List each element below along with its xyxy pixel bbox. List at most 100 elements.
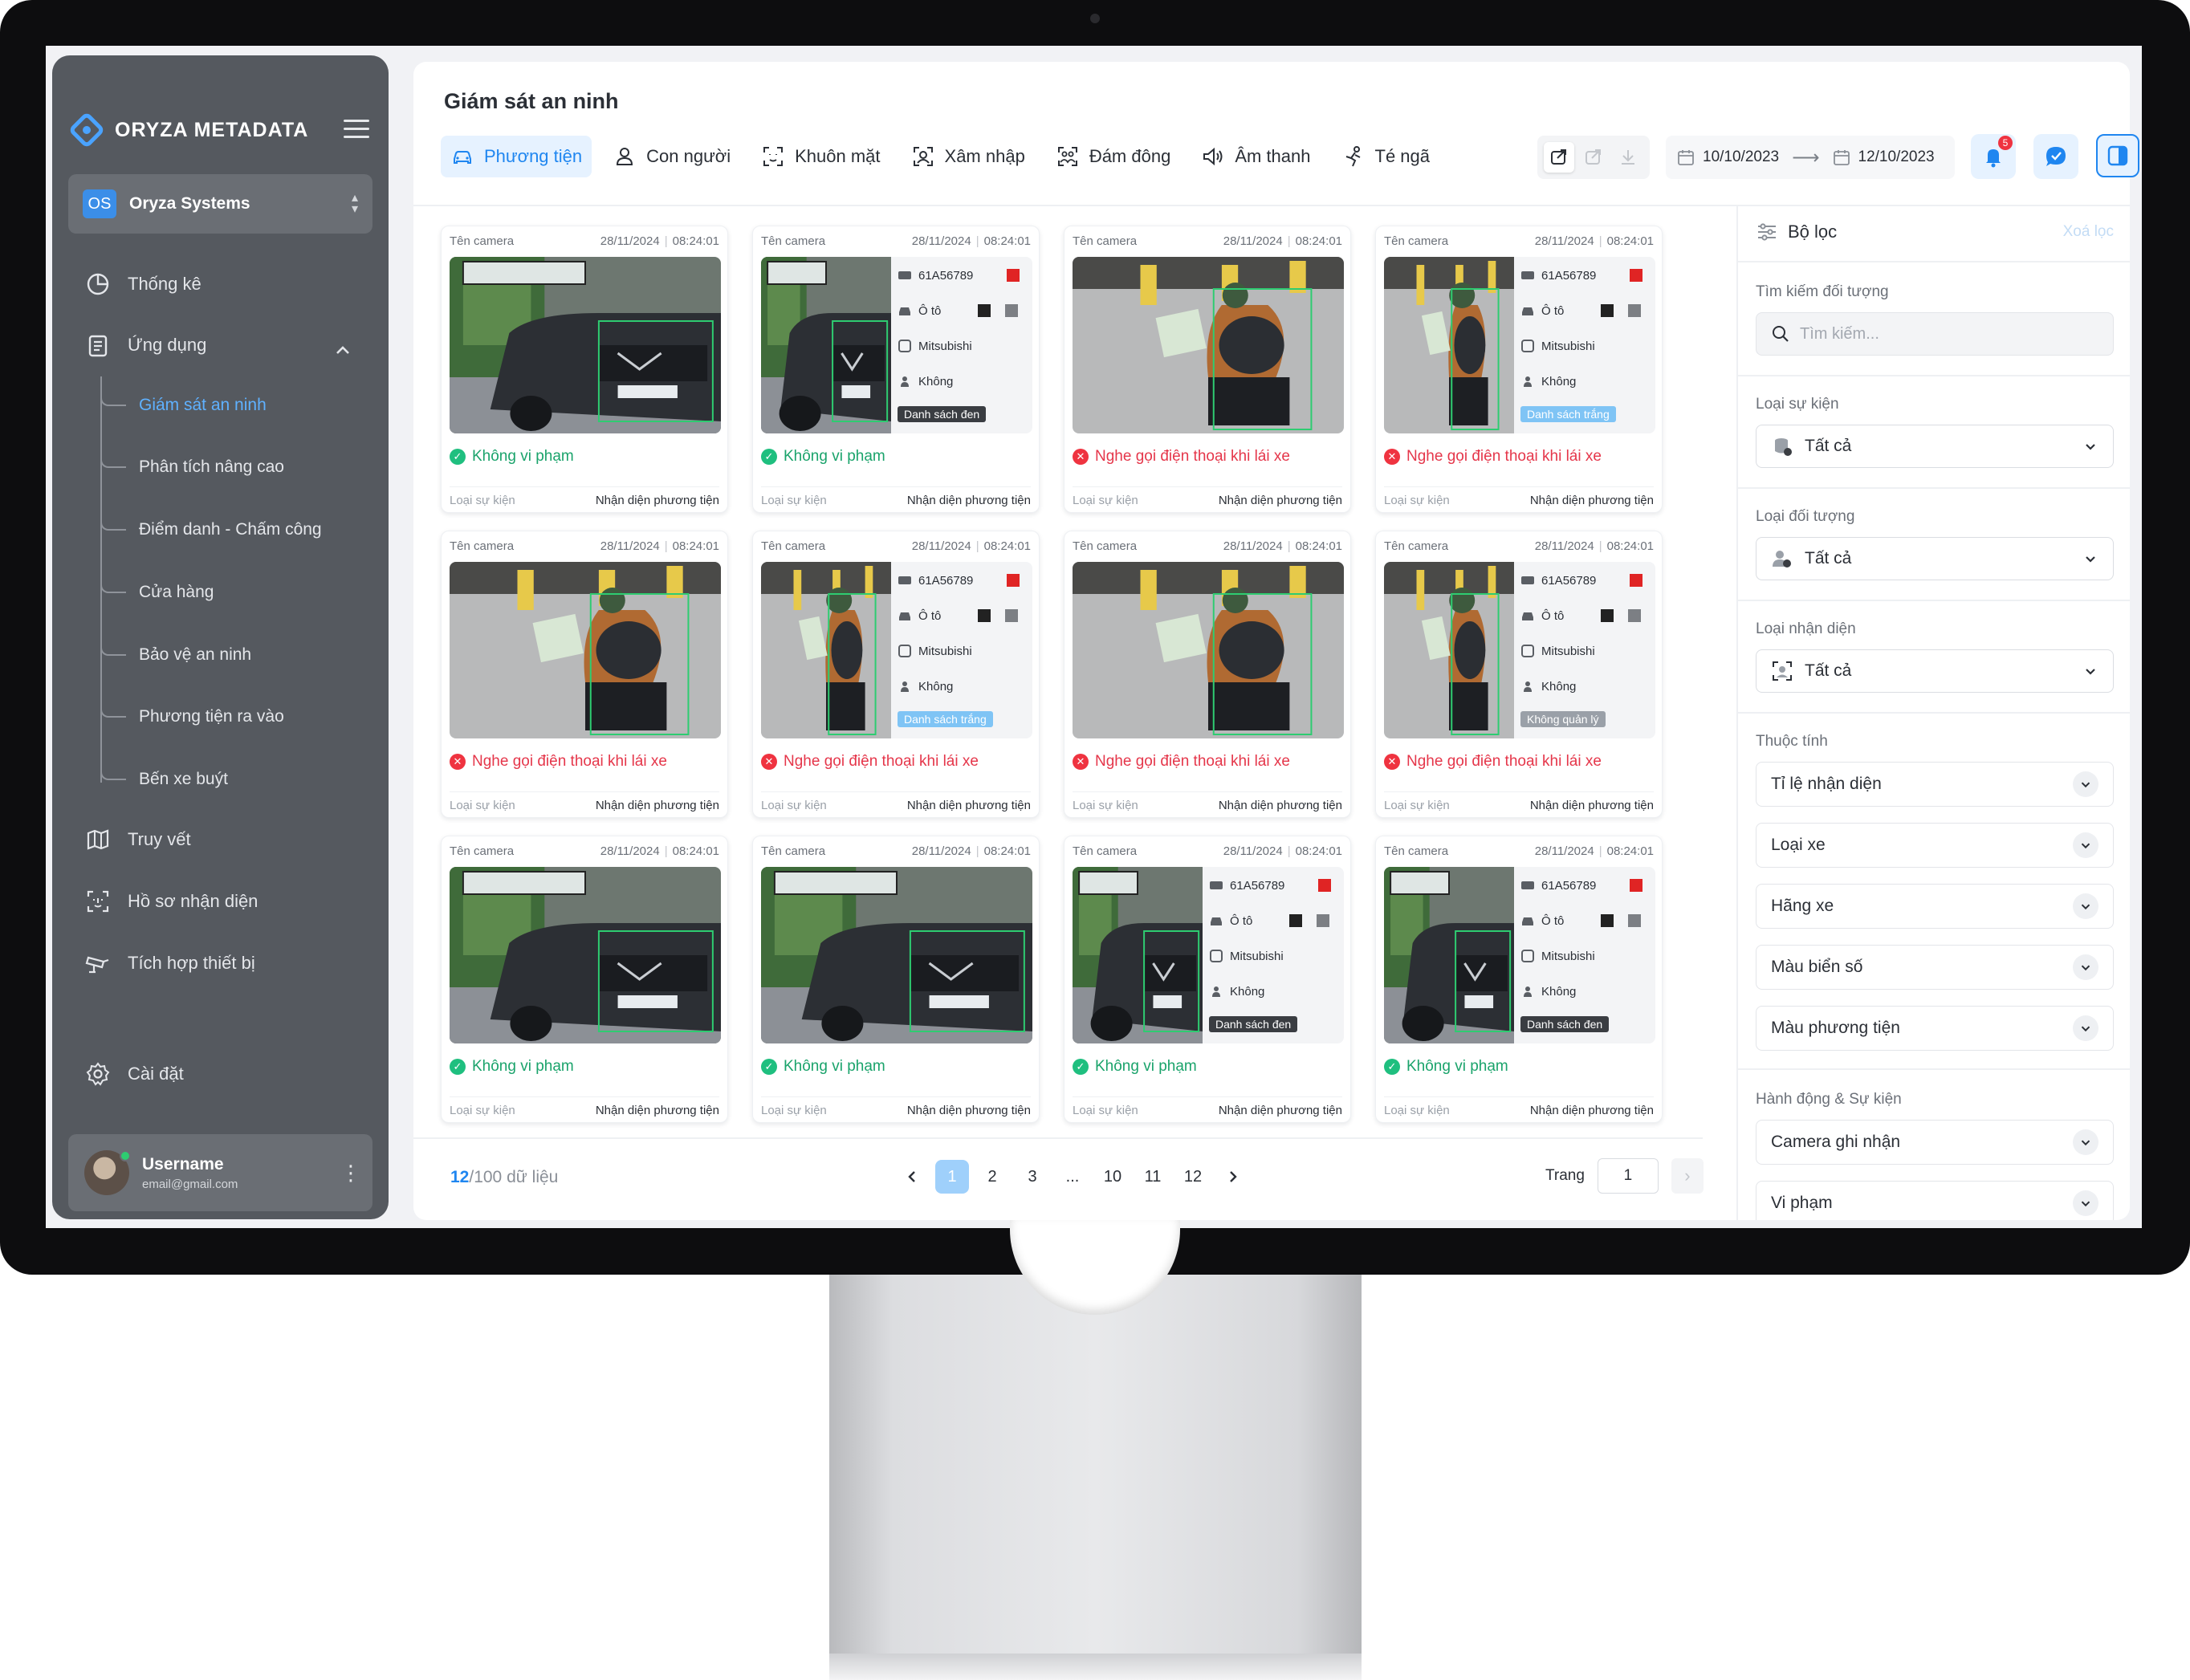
tab-phuong-tien[interactable]: Phương tiện (441, 136, 592, 177)
object-search-input[interactable]: Tìm kiếm... (1756, 312, 2114, 356)
divider (1738, 487, 2130, 489)
subnav-bao-ve-an-ninh[interactable]: Bảo vệ an ninh (100, 640, 251, 665)
page-button[interactable]: 2 (975, 1160, 1009, 1194)
tab-khuon-mat[interactable]: Khuôn mặt (751, 136, 889, 177)
helmet-status: Không (1541, 984, 1577, 999)
next-page-button[interactable] (1216, 1160, 1250, 1194)
list-tag: Danh sách trắng (898, 711, 993, 727)
vehicle-type-row: Ô tô (1520, 302, 1649, 319)
nav-ung-dung[interactable]: Ứng dụng (84, 332, 206, 359)
tab-xam-nhap[interactable]: Xâm nhập (902, 136, 1035, 177)
intrusion-icon (913, 147, 933, 166)
snapshot-thumbnail[interactable] (1073, 867, 1203, 1043)
nav-truy-vet[interactable]: Truy vết (84, 826, 191, 853)
page-button[interactable]: 12 (1176, 1160, 1210, 1194)
page-button[interactable]: 1 (935, 1160, 969, 1194)
nav-label: Tích hợp thiết bị (128, 953, 255, 973)
event-card[interactable]: Tên camera 28/11/2024 | 08:24:01 61A56789 … (1375, 531, 1663, 818)
snapshot-thumbnail[interactable] (761, 867, 1032, 1043)
attribute-accordion[interactable]: Loại xe (1756, 823, 2114, 868)
nav-cai-dat[interactable]: Cài đặt (84, 1060, 184, 1088)
subnav-ben-xe-buyt[interactable]: Bến xe buýt (100, 764, 228, 789)
page-button[interactable]: 11 (1136, 1160, 1170, 1194)
attribute-accordion[interactable]: Màu phương tiện (1756, 1006, 2114, 1051)
event-card[interactable]: Tên camera 28/11/2024 | 08:24:01 ✓ Không v… (752, 836, 1040, 1123)
snapshot-thumbnail[interactable] (1384, 867, 1514, 1043)
snapshot-thumbnail[interactable] (1384, 562, 1514, 738)
car-icon (1209, 913, 1223, 928)
user-card[interactable]: Username email@gmail.com ⋮ (68, 1134, 372, 1211)
attribute-accordion[interactable]: Tỉ lệ nhận diện (1756, 762, 2114, 807)
event-card[interactable]: Tên camera 28/11/2024 | 08:24:01 61A56789 … (1375, 226, 1663, 513)
attribute-accordion[interactable]: Màu biển số (1756, 945, 2114, 990)
event-card[interactable]: Tên camera 28/11/2024 | 08:24:01 ✕ Nghe gọ… (1064, 531, 1351, 818)
snapshot-thumbnail[interactable] (1384, 257, 1514, 433)
database-icon (1775, 438, 1792, 456)
motorbike-snapshot (761, 562, 891, 738)
recog-type-select[interactable]: Tất cả (1756, 649, 2114, 693)
nav-thong-ke[interactable]: Thống kê (84, 271, 201, 298)
subnav-phan-tich-nang-cao[interactable]: Phân tích nâng cao (100, 452, 284, 477)
car-icon (898, 303, 912, 318)
hamburger-menu-icon[interactable] (344, 120, 369, 140)
snapshot-thumbnail[interactable] (761, 562, 891, 738)
prev-page-button[interactable] (895, 1160, 929, 1194)
subnav-diem-danh[interactable]: Điểm danh - Chấm công (100, 515, 322, 539)
date-range-picker[interactable]: 10/10/2023 ⟶ 12/10/2023 (1666, 136, 1955, 179)
event-type-select[interactable]: Tất cả (1756, 425, 2114, 468)
snapshot-thumbnail[interactable] (450, 867, 721, 1043)
more-options-icon[interactable]: ⋮ (340, 1162, 361, 1183)
share-button[interactable] (1544, 142, 1575, 173)
event-card[interactable]: Tên camera 28/11/2024 | 08:24:01 61A56789 … (752, 531, 1040, 818)
event-card[interactable]: Tên camera 28/11/2024 | 08:24:01 ✓ Không v… (441, 226, 728, 513)
divider (1738, 1068, 2130, 1070)
subnav-phuong-tien-ra-vao[interactable]: Phương tiện ra vào (100, 702, 284, 726)
toggle-filter-panel-button[interactable] (2096, 134, 2139, 177)
record-count-total: /100 (469, 1168, 503, 1186)
download-button[interactable] (1613, 142, 1643, 173)
event-card[interactable]: Tên camera 28/11/2024 | 08:24:01 61A56789 … (1064, 836, 1351, 1123)
goto-page-input[interactable]: 1 (1597, 1158, 1659, 1194)
event-card[interactable]: Tên camera 28/11/2024 | 08:24:01 61A56789 … (752, 226, 1040, 513)
snapshot-thumbnail[interactable] (1073, 562, 1344, 738)
violation-text: Nghe gọi điện thoại khi lái xe (1406, 448, 1602, 465)
chat-button[interactable] (2033, 134, 2078, 179)
nav-ho-so-nhan-dien[interactable]: Hồ sơ nhận diện (84, 888, 258, 915)
action-accordion[interactable]: Vi phạm (1756, 1181, 2114, 1220)
snapshot-thumbnail[interactable] (450, 257, 721, 433)
violation-text: Nghe gọi điện thoại khi lái xe (1406, 753, 1602, 770)
event-card[interactable]: Tên camera 28/11/2024 | 08:24:01 ✓ Không v… (441, 836, 728, 1123)
tab-con-nguoi[interactable]: Con người (603, 136, 740, 177)
brand-row: Mitsubishi (1520, 947, 1649, 965)
page-button[interactable]: 3 (1016, 1160, 1049, 1194)
chevron-up-icon[interactable] (333, 341, 352, 360)
tab-am-thanh[interactable]: Âm thanh (1191, 136, 1320, 177)
organization-selector[interactable]: OS Oryza Systems ▴ ▾ (68, 174, 372, 234)
event-card[interactable]: Tên camera 28/11/2024 | 08:24:01 ✕ Nghe gọ… (1064, 226, 1351, 513)
subnav-cua-hang[interactable]: Cửa hàng (100, 577, 214, 602)
helmet-status: Không (918, 679, 954, 694)
subnav-giam-sat-an-ninh[interactable]: Giám sát an ninh (100, 390, 267, 415)
object-type-select[interactable]: Tất cả (1756, 537, 2114, 580)
action-accordion[interactable]: Camera ghi nhận (1756, 1120, 2114, 1165)
snapshot-thumbnail[interactable] (1073, 257, 1344, 433)
export-button[interactable] (1578, 142, 1609, 173)
tab-te-nga[interactable]: Té ngã (1332, 136, 1440, 177)
accordion-label: Hãng xe (1771, 897, 1834, 915)
date-from: 10/10/2023 (1703, 148, 1780, 165)
notifications-button[interactable]: 5 (1971, 134, 2016, 179)
goto-page-button[interactable]: › (1671, 1158, 1704, 1194)
event-card[interactable]: Tên camera 28/11/2024 | 08:24:01 61A56789 … (1375, 836, 1663, 1123)
snapshot-thumbnail[interactable] (761, 257, 891, 433)
object-type-label: Loại đối tượng (1756, 508, 1855, 525)
nav-tich-hop-thiet-bi[interactable]: Tích hợp thiết bị (84, 950, 255, 977)
plate-number: 61A56789 (1541, 268, 1597, 283)
pager: 1 2 3 ... 10 11 12 (895, 1160, 1250, 1194)
clear-filter-link[interactable]: Xoá lọc (2063, 223, 2114, 241)
tab-dam-dong[interactable]: Đám đông (1046, 136, 1181, 177)
snapshot-thumbnail[interactable] (450, 562, 721, 738)
page-button[interactable]: 10 (1096, 1160, 1130, 1194)
attribute-accordion[interactable]: Hãng xe (1756, 884, 2114, 929)
event-card[interactable]: Tên camera 28/11/2024 | 08:24:01 ✕ Nghe gọ… (441, 531, 728, 818)
divider (1738, 600, 2130, 601)
